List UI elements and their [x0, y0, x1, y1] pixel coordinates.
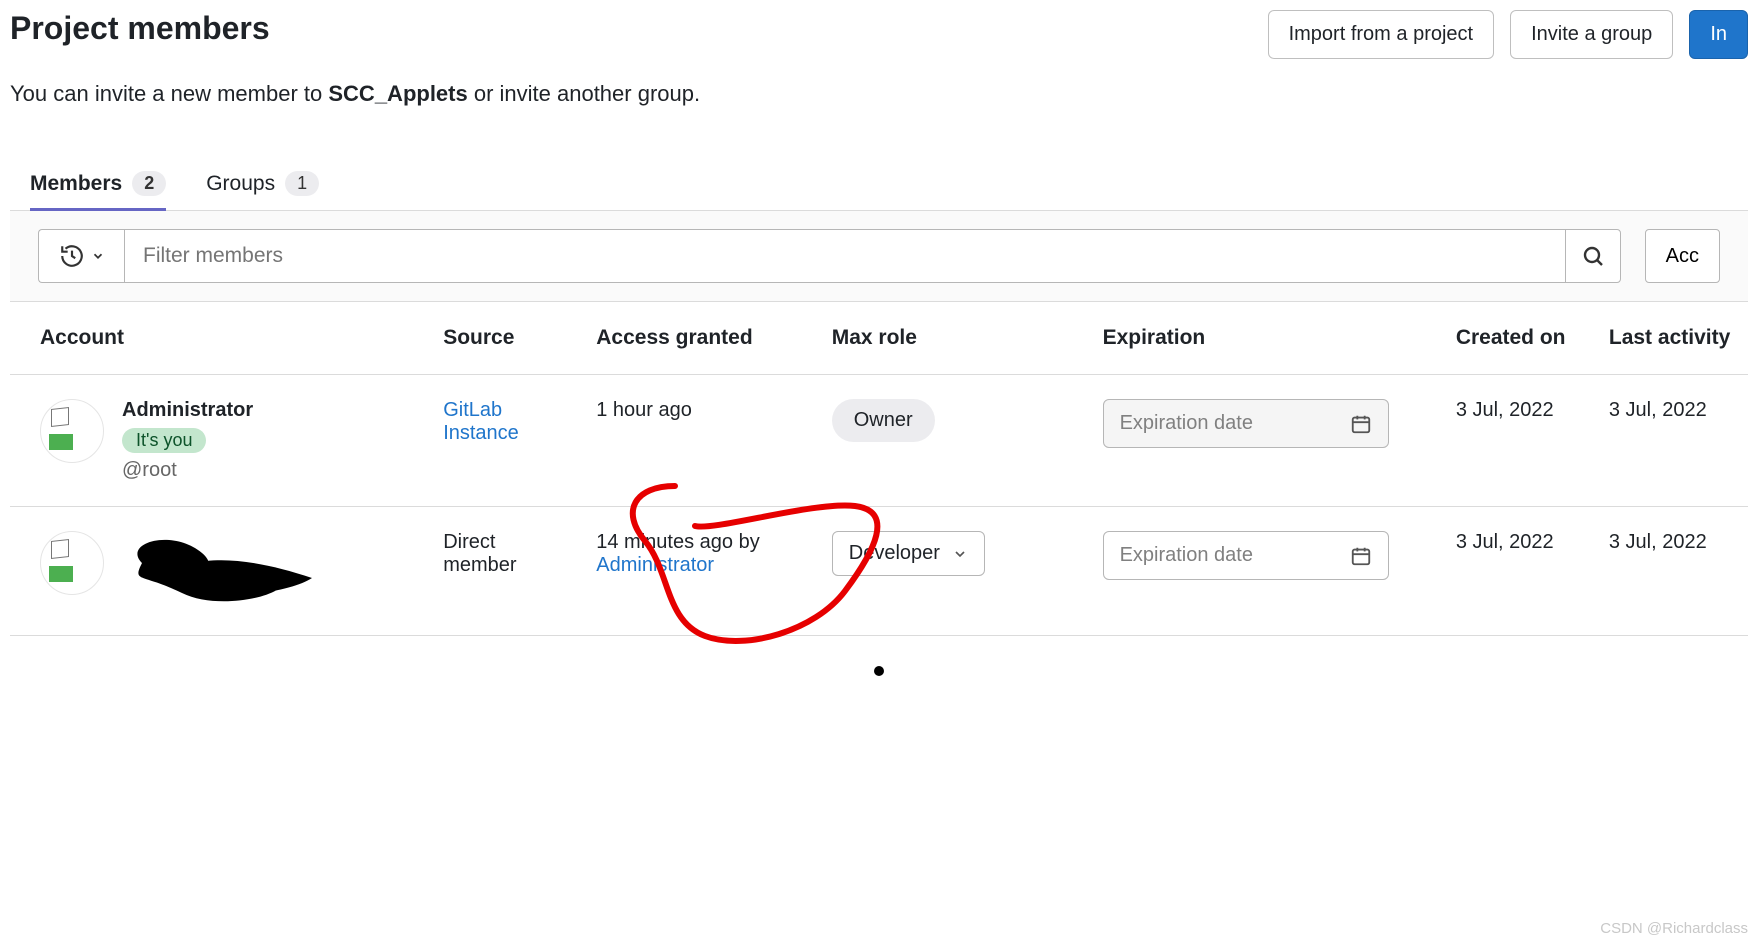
invite-members-button[interactable]: In: [1689, 10, 1748, 59]
tab-groups-count: 1: [285, 171, 319, 196]
created-on-text: 3 Jul, 2022: [1456, 531, 1554, 553]
role-dropdown-value: Developer: [849, 542, 940, 565]
filter-bar: Acc: [10, 211, 1748, 302]
page-subtitle: You can invite a new member to SCC_Apple…: [10, 81, 1748, 107]
member-name: Administrator: [122, 399, 253, 422]
expiration-input: Expiration date: [1103, 399, 1389, 448]
import-project-button[interactable]: Import from a project: [1268, 10, 1495, 59]
tab-groups-label: Groups: [206, 172, 275, 196]
created-on-text: 3 Jul, 2022: [1456, 399, 1554, 421]
col-source: Source: [429, 302, 582, 375]
calendar-icon: [1350, 545, 1372, 567]
search-icon: [1581, 244, 1605, 268]
member-username: @root: [122, 459, 253, 482]
expiration-placeholder: Expiration date: [1120, 544, 1253, 567]
tab-members[interactable]: Members 2: [30, 159, 166, 210]
col-expiration: Expiration: [1089, 302, 1442, 375]
tab-groups[interactable]: Groups 1: [206, 159, 319, 210]
col-granted: Access granted: [582, 302, 818, 375]
role-badge: Owner: [832, 399, 935, 442]
redacted-name: [122, 531, 352, 611]
table-row: Direct member 14 minutes ago by Administ…: [10, 507, 1748, 636]
col-created: Created on: [1442, 302, 1595, 375]
col-last-activity: Last activity: [1595, 302, 1748, 375]
member-source-link[interactable]: GitLab Instance: [443, 399, 519, 444]
members-table: Account Source Access granted Max role E…: [10, 302, 1748, 636]
filter-members-input[interactable]: [124, 229, 1565, 283]
page-title: Project members: [10, 10, 270, 47]
expiration-input[interactable]: Expiration date: [1103, 531, 1389, 580]
search-button[interactable]: [1565, 229, 1621, 283]
granted-by-link[interactable]: Administrator: [596, 554, 714, 576]
expiration-placeholder: Expiration date: [1120, 412, 1253, 435]
calendar-icon: [1350, 413, 1372, 435]
chevron-down-icon: [952, 546, 968, 562]
loading-dot: [874, 666, 884, 676]
role-dropdown[interactable]: Developer: [832, 531, 985, 576]
page-header: Project members Import from a project In…: [10, 10, 1748, 65]
tab-members-count: 2: [132, 171, 166, 196]
table-row: Administrator It's you @root GitLab Inst…: [10, 375, 1748, 507]
last-activity-text: 3 Jul, 2022: [1609, 399, 1707, 421]
chevron-down-icon: [91, 249, 105, 263]
access-granted-text: 1 hour ago: [596, 399, 692, 421]
subtitle-project: SCC_Applets: [328, 81, 467, 106]
col-role: Max role: [818, 302, 1089, 375]
history-icon: [59, 243, 85, 269]
avatar: [40, 399, 104, 463]
col-account: Account: [10, 302, 429, 375]
invite-group-button[interactable]: Invite a group: [1510, 10, 1673, 59]
watermark: CSDN @Richardclass: [1600, 920, 1748, 937]
tabs: Members 2 Groups 1: [10, 159, 1748, 211]
its-you-badge: It's you: [122, 428, 206, 453]
tab-members-label: Members: [30, 172, 122, 196]
history-button[interactable]: [38, 229, 124, 283]
filter-group: [38, 229, 1621, 283]
sort-dropdown[interactable]: Acc: [1645, 229, 1720, 283]
access-granted-text: 14 minutes ago by: [596, 531, 759, 553]
header-buttons: Import from a project Invite a group In: [1268, 10, 1748, 59]
member-source-text: Direct member: [443, 531, 516, 576]
subtitle-pre: You can invite a new member to: [10, 81, 328, 106]
avatar: [40, 531, 104, 595]
last-activity-text: 3 Jul, 2022: [1609, 531, 1707, 553]
subtitle-post: or invite another group.: [468, 81, 700, 106]
